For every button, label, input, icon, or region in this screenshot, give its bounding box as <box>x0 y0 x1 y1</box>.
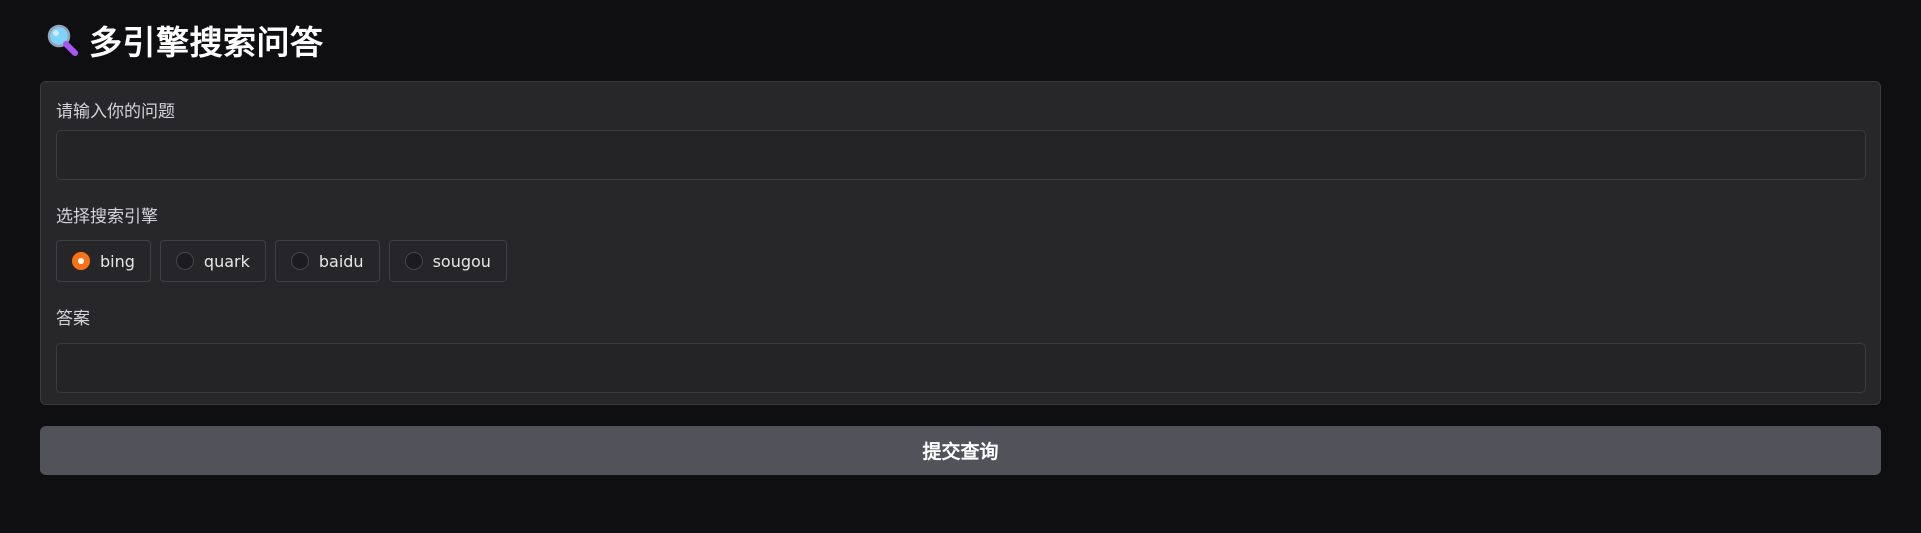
engine-option-quark[interactable]: quark <box>159 240 266 282</box>
engine-option-bing[interactable]: bing <box>56 240 151 282</box>
answer-output[interactable] <box>56 343 1866 393</box>
radio-unchecked-icon[interactable] <box>404 252 423 270</box>
engine-option-label: baidu <box>318 251 364 271</box>
radio-checked-icon[interactable] <box>72 252 90 270</box>
engine-label: 选择搜索引擎 <box>56 207 158 227</box>
engine-option-label: bing <box>100 251 135 271</box>
magnifying-glass-icon <box>45 23 79 57</box>
engine-radio-group: bing quark baidu sougou <box>56 240 507 282</box>
question-label: 请输入你的问题 <box>56 102 175 122</box>
page-title: 多引擎搜索问答 <box>89 23 324 62</box>
engine-option-sougou[interactable]: sougou <box>388 240 507 282</box>
engine-option-label: sougou <box>432 251 491 271</box>
engine-option-label: quark <box>203 251 250 271</box>
radio-unchecked-icon[interactable] <box>175 252 194 270</box>
engine-option-baidu[interactable]: baidu <box>274 240 380 282</box>
page-header: 多引擎搜索问答 <box>45 18 324 62</box>
submit-query-button[interactable]: 提交查询 <box>40 426 1881 475</box>
answer-label: 答案 <box>56 309 90 329</box>
app-page: 多引擎搜索问答 请输入你的问题 选择搜索引擎 bing quark baidu … <box>0 0 1921 533</box>
radio-unchecked-icon[interactable] <box>290 252 309 270</box>
query-form-panel: 请输入你的问题 选择搜索引擎 bing quark baidu sougou 答… <box>40 81 1881 405</box>
question-input[interactable] <box>56 130 1866 180</box>
